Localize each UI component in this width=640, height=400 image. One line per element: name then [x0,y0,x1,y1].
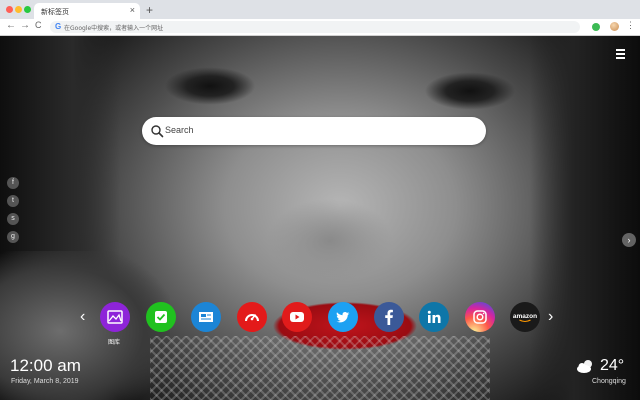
gauge-icon [245,314,259,322]
browser-menu-icon[interactable]: ⋮ [626,20,635,31]
google-icon: G [55,22,62,31]
back-button[interactable]: ← [6,20,16,31]
youtube-icon [290,312,304,322]
wallpaper-background [0,36,640,400]
mesh-fabric [150,336,490,400]
search-input[interactable] [165,125,465,135]
forward-button[interactable]: → [20,20,30,31]
search-icon [151,125,164,138]
carousel-next-arrow[interactable]: › [548,308,553,326]
twitter-app-button[interactable] [328,302,358,332]
new-tab-button[interactable]: + [146,3,153,17]
linkedin-app-button[interactable] [419,302,449,332]
share-icon[interactable]: s [7,213,19,225]
search-bar[interactable] [142,117,486,145]
close-window-button[interactable] [6,6,13,13]
speed-app-button[interactable] [237,302,267,332]
tab-strip: 新标签页 × + [0,0,640,19]
next-wallpaper-button[interactable]: › [622,233,636,247]
close-tab-icon[interactable]: × [130,5,135,15]
facebook-icon [385,309,393,325]
newspaper-icon [199,312,213,322]
tab-title: 新标签页 [41,8,69,16]
browser-tab[interactable]: 新标签页 × [34,3,140,19]
check-icon [155,311,167,323]
google-share-icon[interactable]: g [7,231,19,243]
weather-temperature: 24° [600,357,625,374]
amazon-logo-text: amazon [513,313,537,320]
address-bar[interactable]: G 在Google中搜索，或者输入一个网址 [50,21,580,33]
facebook-app-button[interactable] [374,302,404,332]
minimize-window-button[interactable] [15,6,22,13]
amazon-app-button[interactable]: amazon [510,302,540,332]
instagram-icon [473,310,487,324]
gallery-app-label: 图库 [108,339,121,346]
gallery-icon [107,310,123,324]
maximize-window-button[interactable] [24,6,31,13]
check-app-button[interactable] [146,302,176,332]
twitter-share-icon[interactable]: t [7,195,19,207]
gallery-app-button[interactable] [100,302,130,332]
amazon-icon: amazon [513,313,537,323]
hair-right [530,36,640,400]
facebook-share-icon[interactable]: f [7,177,19,189]
partly-cloudy-icon [577,360,592,373]
browser-toolbar: ← → C G 在Google中搜索，或者输入一个网址 ⋮ [0,19,640,36]
reload-button[interactable]: C [35,20,42,30]
clock-date: Friday, March 8, 2019 [11,378,79,385]
extension-icon[interactable] [592,23,600,31]
hamburger-menu-icon[interactable] [616,49,625,61]
weather-city: Chongqing [592,378,626,385]
twitter-icon [336,312,350,323]
news-app-button[interactable] [191,302,221,332]
address-bar-placeholder: 在Google中搜索，或者输入一个网址 [64,25,164,32]
clock-time: 12:00 am [10,356,81,375]
linkedin-icon [427,310,441,323]
youtube-app-button[interactable] [282,302,312,332]
instagram-app-button[interactable] [465,302,495,332]
carousel-prev-arrow[interactable]: ‹ [80,308,85,326]
profile-avatar[interactable] [610,22,619,31]
